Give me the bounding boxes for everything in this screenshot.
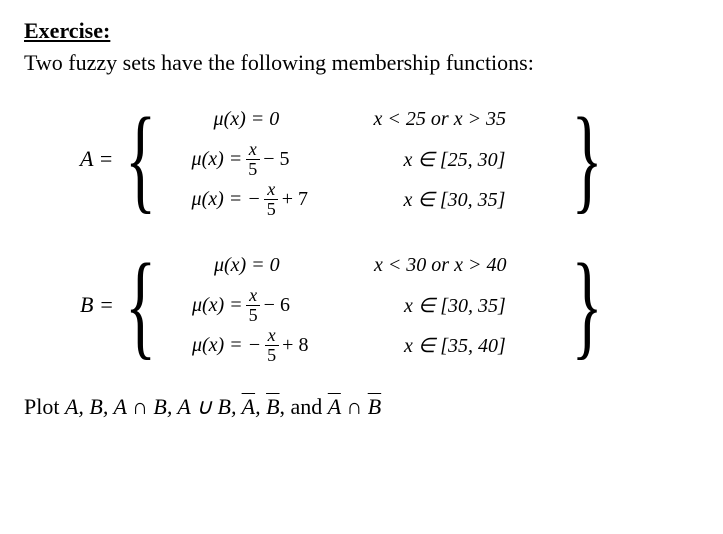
set-a-cases: μ(x) = 0 x < 25 or x > 35 μ(x) = x 5 − 5… [192,102,507,216]
numerator: x [246,286,260,306]
mu-text: μ(x) = [192,148,243,171]
a-bar: A [242,394,255,419]
condition: x ∈ [30, 35] [374,187,506,212]
mu-text: μ(x) = − [192,188,261,211]
case-row: μ(x) = x 5 − 5 x ∈ [25, 30] [192,142,507,176]
case-row: μ(x) = − x 5 + 7 x ∈ [30, 35] [192,182,507,216]
condition: x < 30 or x > 40 [374,254,507,277]
mu-expression: μ(x) = x 5 − 5 [192,140,374,179]
mu-text: μ(x) = 0 [214,254,280,277]
and-text: , and [280,394,328,419]
denominator: 5 [246,306,261,325]
mu-post: + 8 [282,334,308,357]
mu-text: μ(x) = [192,294,243,317]
condition: x ∈ [35, 40] [374,333,506,358]
mu-post: + 7 [282,188,308,211]
left-brace-icon: { [125,259,156,351]
fraction: x 5 [246,286,261,325]
condition: x ∈ [25, 30] [374,147,506,172]
outro-math: A, B, A ∩ B, A ∪ B, [65,394,242,419]
set-b-label: B = [80,292,119,318]
mu-expression: μ(x) = − x 5 + 8 [192,326,374,365]
intro-text: Two fuzzy sets have the following member… [24,50,699,76]
case-row: μ(x) = − x 5 + 8 x ∈ [35, 40] [192,328,507,362]
case-row: μ(x) = x 5 − 6 x ∈ [30, 35] [192,288,507,322]
fraction: x 5 [245,140,260,179]
b-bar: B [266,394,279,419]
mu-expression: μ(x) = x 5 − 6 [192,286,374,325]
set-a-label: A = [80,146,119,172]
exercise-heading: Exercise: [24,18,699,44]
denominator: 5 [264,200,279,219]
mu-expression: μ(x) = − x 5 + 7 [192,180,374,219]
mu-expression: μ(x) = 0 [192,254,374,277]
fraction: x 5 [264,180,279,219]
case-row: μ(x) = 0 x < 25 or x > 35 [192,102,507,136]
numerator: x [265,326,279,346]
condition: x < 25 or x > 35 [374,108,507,131]
a-bar-2: A [328,394,341,419]
plot-instruction: Plot A, B, A ∩ B, A ∪ B, A, B, and A ∩ B [24,394,699,420]
condition: x ∈ [30, 35] [374,293,506,318]
mu-text: μ(x) = 0 [214,108,280,131]
denominator: 5 [245,160,260,179]
intersect: ∩ [341,394,368,419]
outro-pre: Plot [24,394,65,419]
mu-expression: μ(x) = 0 [192,108,374,131]
set-definition-a: A = { μ(x) = 0 x < 25 or x > 35 μ(x) = x… [80,102,699,216]
left-brace-icon: { [125,113,156,205]
right-brace-icon: } [572,259,603,351]
mu-text: μ(x) = − [192,334,261,357]
mu-post: − 5 [263,148,289,171]
denominator: 5 [264,346,279,365]
mu-post: − 6 [264,294,290,317]
set-b-cases: μ(x) = 0 x < 30 or x > 40 μ(x) = x 5 − 6… [192,248,507,362]
set-definition-b: B = { μ(x) = 0 x < 30 or x > 40 μ(x) = x… [80,248,699,362]
comma: , [255,394,266,419]
b-bar-2: B [368,394,381,419]
numerator: x [246,140,260,160]
numerator: x [264,180,278,200]
fraction: x 5 [264,326,279,365]
right-brace-icon: } [572,113,603,205]
case-row: μ(x) = 0 x < 30 or x > 40 [192,248,507,282]
